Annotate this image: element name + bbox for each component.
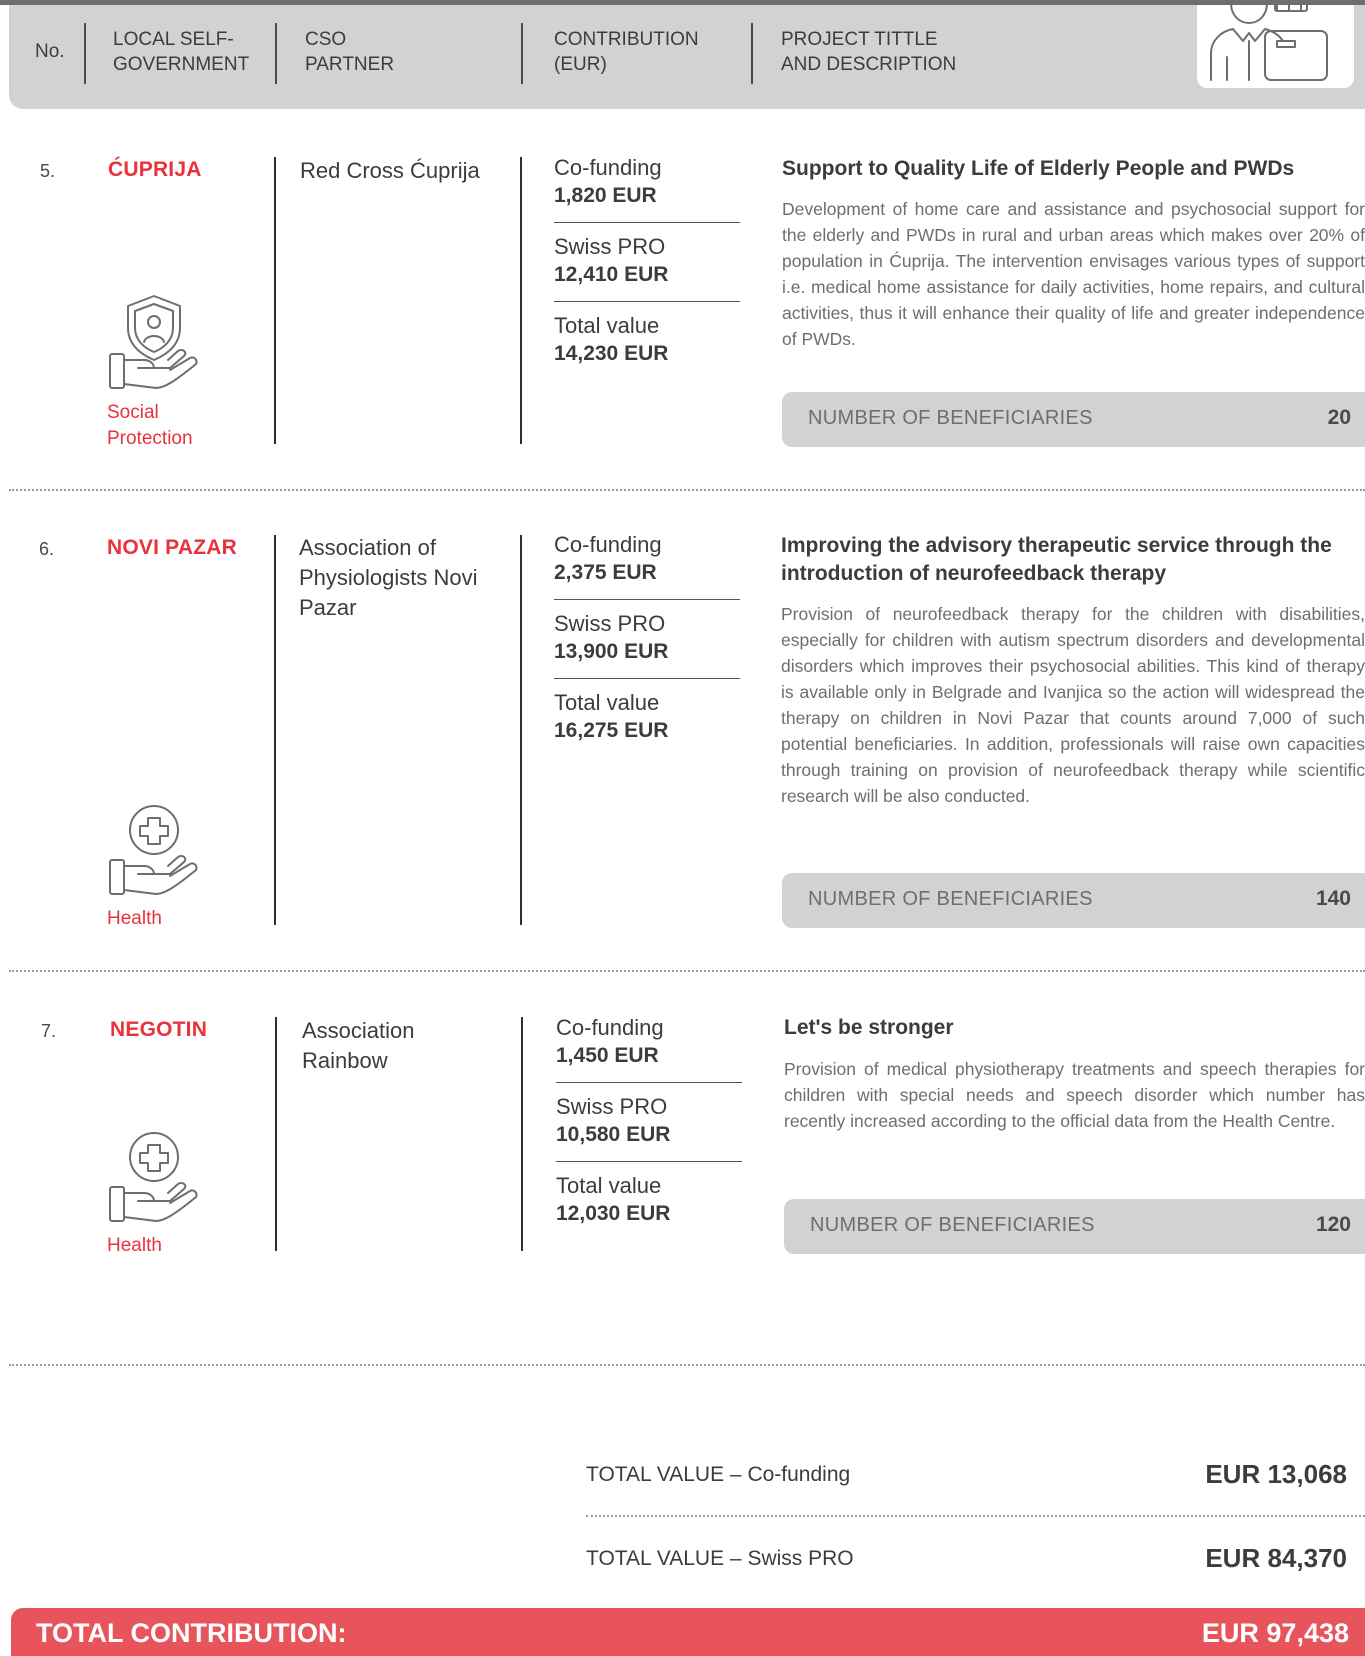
entry-category: Health bbox=[107, 908, 162, 929]
beneficiaries-value: 140 bbox=[1315, 887, 1351, 910]
totals-separator bbox=[586, 1515, 1365, 1517]
beneficiaries-value: 120 bbox=[1315, 1213, 1351, 1236]
funding-rule bbox=[554, 222, 740, 223]
swiss-value: 10,580 EUR bbox=[556, 1123, 671, 1146]
entry-funding: Co-funding 1,820 EUR Swiss PRO 12,410 EU… bbox=[554, 154, 744, 368]
entry-number: 7. bbox=[41, 1021, 57, 1041]
column-divider bbox=[275, 1017, 277, 1251]
funding-rule bbox=[554, 599, 740, 600]
cofunding-label: Co-funding bbox=[554, 532, 662, 557]
project-description: Provision of medical physiotherapy treat… bbox=[784, 1059, 1365, 1131]
total-cofunding-label: TOTAL VALUE – Co-funding bbox=[586, 1463, 851, 1486]
swiss-label: Swiss PRO bbox=[554, 611, 666, 636]
column-divider bbox=[520, 157, 522, 444]
total-value: 16,275 EUR bbox=[554, 719, 669, 742]
social-protection-hand-shield-icon bbox=[109, 295, 198, 389]
column-divider bbox=[521, 1017, 523, 1251]
beneficiaries-label: NUMBER OF BENEFICIARIES bbox=[810, 1214, 1095, 1236]
total-value: 12,030 EUR bbox=[556, 1202, 671, 1225]
beneficiaries-label: NUMBER OF BENEFICIARIES bbox=[808, 888, 1093, 910]
entry-partner: Association of Physiologists Novi Pazar bbox=[299, 535, 478, 620]
header-divider bbox=[275, 23, 277, 84]
entry-separator bbox=[9, 489, 1365, 491]
total-contribution-value: EUR 97,438 bbox=[1201, 1618, 1349, 1648]
entry-city: NEGOTIN bbox=[110, 1018, 208, 1041]
total-value: 14,230 EUR bbox=[554, 342, 669, 365]
project-title: Let's be stronger bbox=[784, 1016, 954, 1039]
health-hand-cross-icon bbox=[109, 805, 198, 895]
table-header: No. LOCAL SELF- GOVERNMENT CSO PARTNER C… bbox=[9, 0, 1365, 109]
funding-rule bbox=[554, 301, 740, 302]
header-contribution: CONTRIBUTION (EUR) bbox=[554, 29, 699, 75]
beneficiaries-value: 20 bbox=[1327, 406, 1351, 429]
entry-funding: Co-funding 2,375 EUR Swiss PRO 13,900 EU… bbox=[554, 531, 744, 745]
header-divider bbox=[84, 23, 86, 84]
entry-separator bbox=[9, 970, 1365, 972]
project-description: Development of home care and assistance … bbox=[782, 199, 1365, 349]
funding-rule bbox=[554, 678, 740, 679]
total-contribution-label: TOTAL CONTRIBUTION: bbox=[36, 1618, 347, 1648]
entry-number: 6. bbox=[39, 539, 55, 559]
swiss-label: Swiss PRO bbox=[556, 1094, 668, 1119]
total-swiss-label: TOTAL VALUE – Swiss PRO bbox=[586, 1547, 854, 1570]
beneficiaries-bar: NUMBER OF BENEFICIARIES 140 bbox=[782, 873, 1365, 928]
entry-separator bbox=[9, 1364, 1365, 1366]
cofunding-value: 2,375 EUR bbox=[554, 561, 657, 584]
entry-city: NOVI PAZAR bbox=[107, 536, 237, 559]
total-label: Total value bbox=[554, 313, 660, 338]
funding-rule bbox=[556, 1082, 742, 1083]
beneficiaries-bar: NUMBER OF BENEFICIARIES 120 bbox=[784, 1199, 1365, 1254]
total-contribution-bar: TOTAL CONTRIBUTION: EUR 97,438 bbox=[11, 1608, 1365, 1656]
total-cofunding-value: EUR 13,068 bbox=[1205, 1459, 1347, 1489]
cofunding-value: 1,450 EUR bbox=[556, 1044, 659, 1067]
entry-city: ĆUPRIJA bbox=[108, 158, 202, 181]
project-title: Improving the advisory therapeutic servi… bbox=[781, 534, 1332, 585]
project-description: Provision of neurofeedback therapy for t… bbox=[781, 604, 1365, 806]
project-title: Support to Quality Life of Elderly Peopl… bbox=[782, 157, 1295, 180]
cofunding-label: Co-funding bbox=[556, 1015, 664, 1040]
entry-category: Health bbox=[107, 1235, 162, 1256]
header-no: No. bbox=[35, 41, 65, 62]
entry-partner: Red Cross Ćuprija bbox=[300, 158, 480, 183]
header-divider bbox=[751, 23, 753, 84]
entry-funding: Co-funding 1,450 EUR Swiss PRO 10,580 EU… bbox=[556, 1014, 746, 1228]
header-project: PROJECT TITTLE AND DESCRIPTION bbox=[781, 29, 957, 75]
funding-rule bbox=[556, 1161, 742, 1162]
cofunding-label: Co-funding bbox=[554, 155, 662, 180]
header-divider bbox=[521, 23, 523, 84]
swiss-value: 13,900 EUR bbox=[554, 640, 669, 663]
worker-with-box-icon bbox=[1197, 0, 1354, 88]
column-divider bbox=[520, 535, 522, 925]
entry-number: 5. bbox=[40, 161, 56, 181]
health-hand-cross-icon bbox=[109, 1132, 198, 1222]
entry-category: Social Protection bbox=[107, 402, 193, 449]
header-local-government: LOCAL SELF- GOVERNMENT bbox=[113, 29, 250, 75]
total-label: Total value bbox=[556, 1173, 662, 1198]
entry-partner: Association Rainbow bbox=[302, 1018, 415, 1073]
beneficiaries-label: NUMBER OF BENEFICIARIES bbox=[808, 407, 1093, 429]
column-divider bbox=[274, 535, 276, 925]
total-label: Total value bbox=[554, 690, 660, 715]
total-swiss-value: EUR 84,370 bbox=[1205, 1543, 1347, 1573]
column-divider bbox=[274, 157, 276, 444]
header-cso-partner: CSO PARTNER bbox=[305, 29, 395, 75]
swiss-label: Swiss PRO bbox=[554, 234, 666, 259]
beneficiaries-bar: NUMBER OF BENEFICIARIES 20 bbox=[782, 392, 1365, 447]
swiss-value: 12,410 EUR bbox=[554, 263, 669, 286]
cofunding-value: 1,820 EUR bbox=[554, 184, 657, 207]
